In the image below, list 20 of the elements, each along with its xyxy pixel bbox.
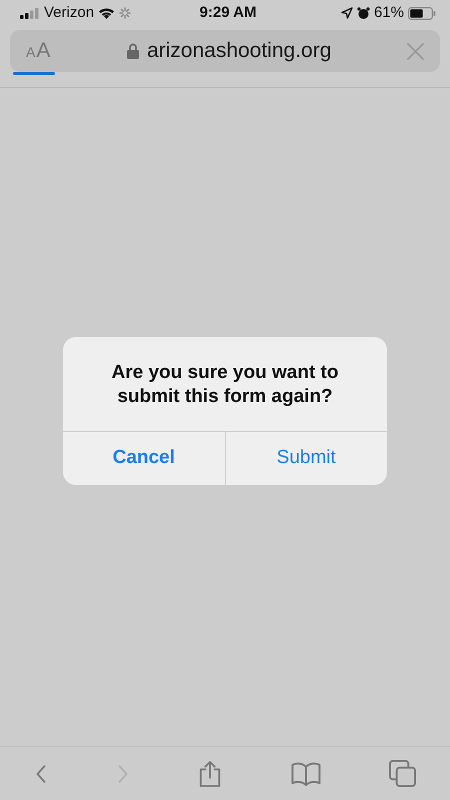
submit-button[interactable]: Submit [224,432,387,485]
carrier-name: Verizon [44,2,94,23]
signal-icon [20,8,40,18]
text-size-button[interactable]: AA [26,35,52,67]
url-text: arizonashooting.org [146,38,332,64]
battery-percent: 61% [374,2,404,23]
lock-icon [126,43,139,59]
clock-time: 9:29 AM [200,2,256,23]
alarm-icon [356,6,370,20]
dialog-message: Are you sure you want to submit this form again? [110,361,340,410]
address-bar[interactable]: AA arizonashooting.org [10,30,440,72]
share-icon[interactable] [198,760,222,788]
location-icon [340,7,353,19]
close-icon[interactable] [407,42,424,60]
tabs-icon[interactable] [388,760,416,787]
cancel-button[interactable]: Cancel [63,432,224,485]
activity-icon [119,7,132,19]
battery-icon [408,6,436,20]
bookmarks-icon[interactable] [290,760,321,787]
wifi-icon [98,7,116,19]
